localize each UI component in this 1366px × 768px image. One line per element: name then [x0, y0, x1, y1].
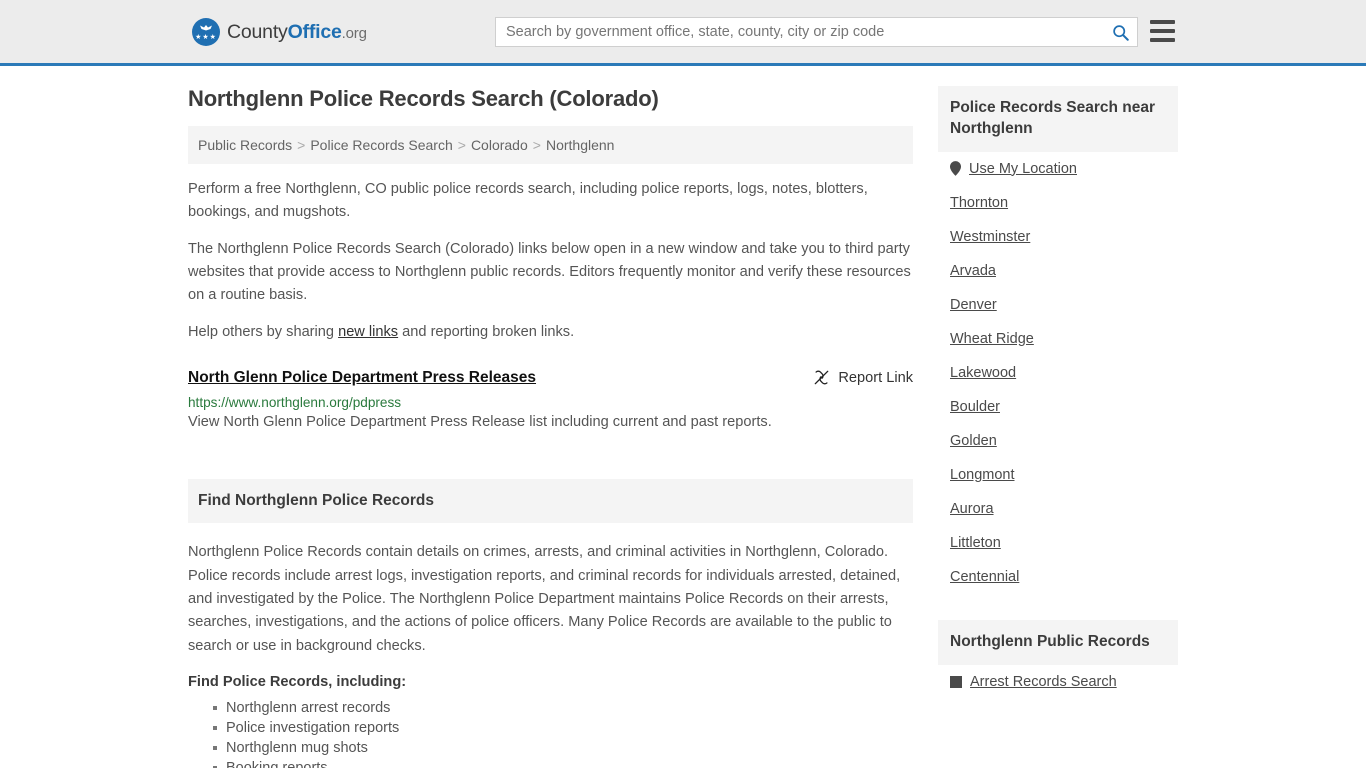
sidebar-link-use-my-location[interactable]: Use My Location: [969, 161, 1077, 177]
find-records-section-body: Northglenn Police Records contain detail…: [188, 541, 913, 768]
find-records-paragraph: Northglenn Police Records contain detail…: [188, 544, 901, 654]
breadcrumb-item-public-records[interactable]: Public Records: [198, 137, 292, 153]
sidebar-item-aurora[interactable]: Aurora: [938, 492, 1178, 526]
eagle-shield-logo-icon: ★★★: [192, 18, 220, 46]
logo-text-office: Office: [287, 20, 342, 43]
page-title: Northglenn Police Records Search (Colora…: [188, 86, 659, 111]
list-item: Northglenn arrest records: [213, 698, 913, 718]
find-records-list: Northglenn arrest records Police investi…: [188, 698, 913, 768]
report-link-button[interactable]: Report Link: [813, 368, 913, 386]
search-icon: [1112, 24, 1129, 41]
document-square-icon: [950, 675, 962, 688]
report-link-label: Report Link: [838, 369, 913, 386]
broken-link-icon: [815, 370, 829, 385]
site-logo[interactable]: ★★★ CountyOffice.org: [192, 18, 367, 46]
sidebar-link-littleton[interactable]: Littleton: [950, 535, 1001, 551]
breadcrumb-item-northglenn[interactable]: Northglenn: [546, 137, 615, 153]
sidebar-nearby-header: Police Records Search near Northglenn: [938, 86, 1178, 152]
intro-paragraph: Perform a free Northglenn, CO public pol…: [188, 181, 868, 221]
sidebar-link-centennial[interactable]: Centennial: [950, 569, 1019, 585]
sidebar-link-longmont[interactable]: Longmont: [950, 467, 1015, 483]
sidebar-item-boulder[interactable]: Boulder: [938, 390, 1178, 424]
list-item: Booking reports: [213, 758, 913, 768]
logo-text-county: County: [227, 20, 288, 43]
sidebar-item-littleton[interactable]: Littleton: [938, 526, 1178, 560]
sidebar-link-thornton[interactable]: Thornton: [950, 195, 1008, 211]
help-suffix-text: and reporting broken links.: [398, 324, 575, 341]
sidebar-public-records-heading: Northglenn Public Records: [950, 632, 1150, 650]
sidebar-public-records-list: Arrest Records Search: [938, 665, 1178, 699]
sidebar-link-aurora[interactable]: Aurora: [950, 501, 994, 517]
sidebar-item-wheat-ridge[interactable]: Wheat Ridge: [938, 322, 1178, 356]
search-button[interactable]: [1103, 18, 1137, 46]
find-records-heading: Find Northglenn Police Records: [198, 492, 434, 510]
sidebar-item-arvada[interactable]: Arvada: [938, 254, 1178, 288]
logo-wordmark: CountyOffice.org: [227, 21, 367, 44]
sidebar-link-denver[interactable]: Denver: [950, 297, 997, 313]
sidebar-link-arrest-records-search[interactable]: Arrest Records Search: [970, 674, 1117, 690]
sidebar-item-thornton[interactable]: Thornton: [938, 186, 1178, 220]
sidebar-item-golden[interactable]: Golden: [938, 424, 1178, 458]
result-description: View North Glenn Police Department Press…: [188, 414, 772, 431]
main-column: Northglenn Police Records Search (Colora…: [188, 86, 913, 768]
list-item: Northglenn mug shots: [213, 738, 913, 758]
breadcrumb-item-colorado[interactable]: Colorado: [471, 137, 528, 153]
sidebar-item-arrest-records-search[interactable]: Arrest Records Search: [938, 665, 1178, 699]
sidebar-link-westminster[interactable]: Westminster: [950, 229, 1030, 245]
breadcrumb: Public Records > Police Records Search > Col…: [188, 126, 913, 164]
sidebar-item-westminster[interactable]: Westminster: [938, 220, 1178, 254]
result-header-row: North Glenn Police Department Press Rele…: [188, 368, 913, 388]
map-pin-icon: [950, 161, 961, 177]
sidebar-link-arvada[interactable]: Arvada: [950, 263, 996, 279]
sidebar-item-use-my-location[interactable]: Use My Location: [938, 152, 1178, 186]
sidebar-link-wheat-ridge[interactable]: Wheat Ridge: [950, 331, 1034, 347]
search-input[interactable]: [496, 18, 1103, 46]
breadcrumb-separator-icon: >: [457, 137, 466, 153]
hamburger-menu-icon[interactable]: [1150, 20, 1175, 42]
help-paragraph: Help others by sharing new links and rep…: [188, 321, 913, 344]
page-body: Northglenn Police Records Search (Colora…: [0, 66, 1366, 768]
sidebar-link-golden[interactable]: Golden: [950, 433, 997, 449]
result-title-link[interactable]: North Glenn Police Department Press Rele…: [188, 368, 536, 388]
sidebar-nearby-heading: Police Records Search near Northglenn: [950, 99, 1156, 137]
find-records-section-header: Find Northglenn Police Records: [188, 479, 913, 524]
logo-text-org: .org: [341, 24, 367, 42]
eagle-glyph-icon: [200, 25, 212, 31]
hamburger-bar: [1150, 20, 1175, 24]
sidebar-public-records-header: Northglenn Public Records: [938, 619, 1178, 665]
site-header: ★★★ CountyOffice.org: [0, 0, 1366, 66]
stars-glyph-icon: ★★★: [195, 34, 217, 41]
list-item: Police investigation reports: [213, 718, 913, 738]
sidebar: Police Records Search near Northglenn Us…: [938, 86, 1178, 768]
content-container: Northglenn Police Records Search (Colora…: [188, 66, 1178, 768]
new-links-link[interactable]: new links: [338, 324, 398, 340]
search-bar[interactable]: [495, 17, 1138, 47]
description-paragraph: The Northglenn Police Records Search (Co…: [188, 241, 911, 304]
sidebar-item-denver[interactable]: Denver: [938, 288, 1178, 322]
breadcrumb-item-police-records-search[interactable]: Police Records Search: [310, 137, 452, 153]
find-records-subheading: Find Police Records, including:: [188, 674, 407, 691]
sidebar-link-boulder[interactable]: Boulder: [950, 399, 1000, 415]
breadcrumb-separator-icon: >: [532, 137, 541, 153]
help-prefix-text: Help others by sharing: [188, 324, 339, 341]
sidebar-item-centennial[interactable]: Centennial: [938, 560, 1178, 594]
sidebar-link-lakewood[interactable]: Lakewood: [950, 365, 1016, 381]
hamburger-bar: [1150, 29, 1175, 33]
breadcrumb-separator-icon: >: [297, 137, 306, 153]
result-url: https://www.northglenn.org/pdpress: [188, 395, 402, 411]
sidebar-item-longmont[interactable]: Longmont: [938, 458, 1178, 492]
result-block: North Glenn Police Department Press Rele…: [188, 368, 913, 434]
sidebar-item-lakewood[interactable]: Lakewood: [938, 356, 1178, 390]
sidebar-nearby-list: Use My Location Thornton Westminster Arv…: [938, 152, 1178, 594]
hamburger-bar: [1150, 38, 1175, 42]
